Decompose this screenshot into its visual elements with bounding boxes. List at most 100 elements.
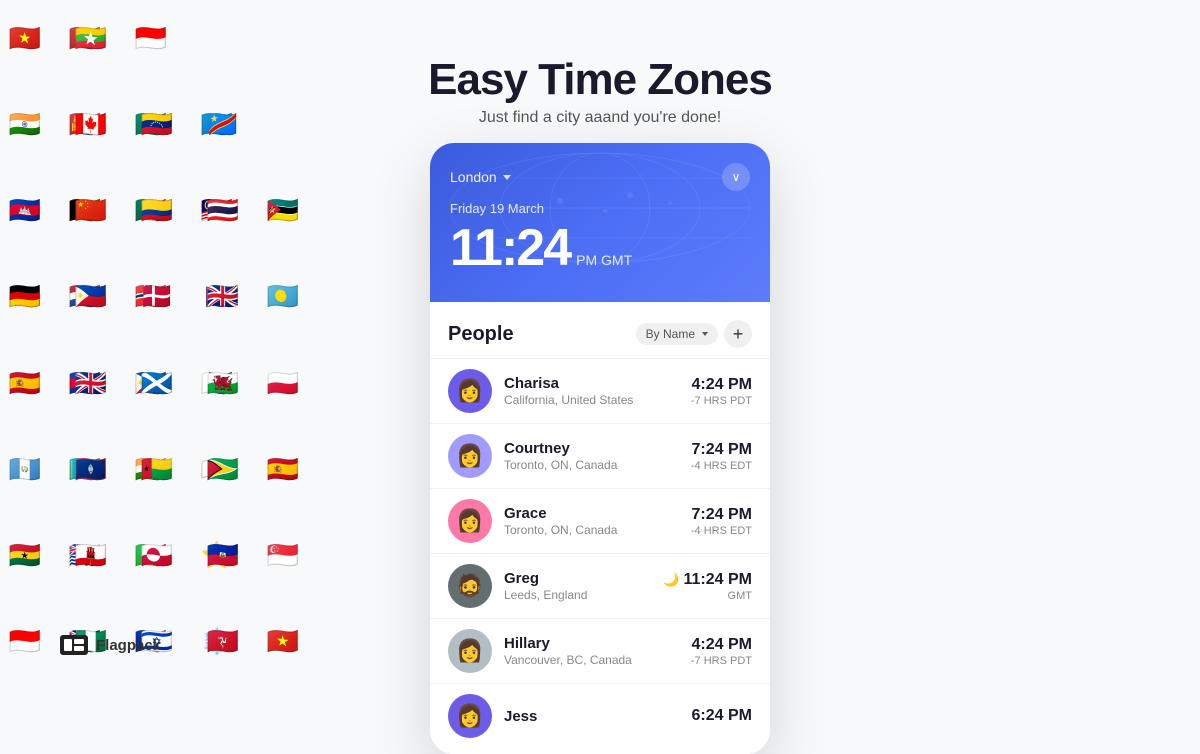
flag-item: 🇰🇿: [60, 451, 110, 487]
add-person-button[interactable]: +: [724, 320, 752, 348]
flagpack-logo-icon: [60, 635, 88, 655]
person-info: Charisa California, United States: [504, 375, 679, 407]
header-top: London ∨: [450, 163, 750, 191]
person-info: Hillary Vancouver, BC, Canada: [504, 635, 679, 667]
main-title: Easy Time Zones: [428, 55, 772, 105]
flag-item: 🇬🇧: [198, 278, 248, 314]
people-controls: By Name +: [636, 320, 752, 348]
flag-item: 🇬🇺: [66, 451, 116, 487]
avatar: 👩: [448, 434, 492, 478]
location-button[interactable]: London: [450, 169, 511, 185]
person-row[interactable]: 🧔 Greg Leeds, England 🌙 11:24 PM GMT: [430, 553, 770, 618]
flag-item: 🇲🇳: [60, 106, 110, 142]
flag-item: 🇳🇴: [126, 278, 176, 314]
flag-item: 🇲🇦: [60, 20, 110, 56]
person-info: Grace Toronto, ON, Canada: [504, 505, 679, 537]
flag-item: 🇻🇳: [258, 623, 308, 659]
time-value: 4:24 PM: [691, 376, 752, 394]
person-location: Leeds, England: [504, 588, 651, 602]
location-text: London: [450, 169, 497, 185]
avatar: 👩: [448, 629, 492, 673]
flag-item: 🇨🇩: [198, 106, 248, 142]
flag-item: [198, 20, 248, 56]
people-header: People By Name +: [430, 302, 770, 358]
time-value: 6:24 PM: [692, 707, 752, 725]
person-row[interactable]: 👩 Grace Toronto, ON, Canada 7:24 PM -4 H…: [430, 488, 770, 553]
flag-item: 🇹🇭: [198, 192, 248, 228]
flag-item: 🇮🇩: [126, 20, 176, 56]
person-name: Charisa: [504, 375, 679, 392]
time-offset: GMT: [663, 590, 752, 602]
flag-item: 🇬🇾: [198, 451, 248, 487]
flag-item: [192, 20, 242, 56]
flag-item: 🇬🇹: [0, 451, 50, 487]
people-section: People By Name + 👩 Charisa California, U…: [430, 302, 770, 754]
flagpack-label: Flagpack: [96, 637, 161, 654]
expand-button[interactable]: ∨: [722, 163, 750, 191]
flag-item: 🏴󠁧󠁢󠁷󠁬󠁳󠁿: [198, 365, 248, 401]
person-row[interactable]: 👩 Charisa California, United States 4:24…: [430, 358, 770, 423]
flag-item: 🇰🇭: [0, 192, 50, 228]
flag-item: 🇲🇲: [66, 20, 116, 56]
flag-item: 🇬🇼: [132, 451, 182, 487]
flag-item: 🇲🇽: [126, 192, 176, 228]
flag-item: 🇵🇱: [258, 365, 308, 401]
card-header: London ∨ Friday 19 March 11:24 PM GMT: [430, 143, 770, 302]
person-row[interactable]: 👩 Jess 6:24 PM: [430, 683, 770, 754]
flag-item: 🇶🇦: [192, 451, 242, 487]
person-time: 4:24 PM -7 HRS PDT: [691, 376, 752, 407]
sort-button[interactable]: By Name: [636, 323, 718, 345]
time-offset: -4 HRS EDT: [691, 460, 752, 472]
flag-item: 🇬🇮: [66, 537, 116, 573]
avatar: 👩: [448, 369, 492, 413]
person-info: Greg Leeds, England: [504, 570, 651, 602]
person-time: 6:24 PM: [692, 707, 752, 725]
flag-item: 🇪🇸: [258, 451, 308, 487]
time-offset: -7 HRS PDT: [691, 395, 752, 407]
person-row[interactable]: 👩 Hillary Vancouver, BC, Canada 4:24 PM …: [430, 618, 770, 683]
moon-icon: 🌙: [663, 572, 679, 588]
time-value: 11:24: [450, 218, 570, 278]
person-location: California, United States: [504, 393, 679, 407]
flag-item: 🇦🇫: [60, 192, 110, 228]
time-value: 7:24 PM: [691, 506, 752, 524]
time-value: 4:24 PM: [691, 636, 752, 654]
person-row[interactable]: 👩 Courtney Toronto, ON, Canada 7:24 PM -…: [430, 423, 770, 488]
sort-chevron-icon: [702, 332, 708, 336]
person-location: Toronto, ON, Canada: [504, 458, 679, 472]
person-name: Hillary: [504, 635, 679, 652]
flag-item: [258, 106, 308, 142]
app-card: London ∨ Friday 19 March 11:24 PM GMT Pe…: [430, 143, 770, 754]
add-icon: +: [733, 324, 744, 345]
people-title: People: [448, 323, 514, 346]
avatar: 👩: [448, 499, 492, 543]
time-offset: -7 HRS PDT: [691, 655, 752, 667]
flag-item: 🇵🇼: [258, 278, 308, 314]
center-content: Easy Time Zones Just find a city aaand y…: [390, 0, 810, 754]
flag-item: 🇭🇹: [198, 537, 248, 573]
flag-item: 🇲🇾: [192, 192, 242, 228]
flag-item: 🇨🇦: [66, 106, 116, 142]
date-display: Friday 19 March: [450, 201, 750, 216]
flag-item: 🇳🇱: [60, 278, 110, 314]
sort-label: By Name: [646, 327, 695, 341]
flag-item: 🇩🇪: [0, 278, 50, 314]
subtitle: Just find a city aaand you're done!: [428, 109, 772, 127]
person-time: 4:24 PM -7 HRS PDT: [691, 636, 752, 667]
time-value: 🌙 11:24 PM: [663, 571, 752, 589]
flag-item: 🇻🇳: [0, 20, 50, 56]
flag-item: 🇪🇦: [0, 365, 50, 401]
flag-item: 🇮🇩: [0, 623, 50, 659]
flag-item: 🇮🇲: [198, 623, 248, 659]
flag-item: 🇺🇳: [192, 106, 242, 142]
person-location: Toronto, ON, Canada: [504, 523, 679, 537]
flag-item: 🇨🇴: [132, 192, 182, 228]
flag-item: 🇮🇳: [0, 106, 50, 142]
person-name: Jess: [504, 708, 680, 725]
flag-item: ⭐: [192, 537, 242, 573]
flag-item: 🇲🇿: [258, 192, 308, 228]
time-offset: -4 HRS EDT: [691, 525, 752, 537]
flag-item: 🇬🇧: [66, 365, 116, 401]
person-info: Jess: [504, 708, 680, 725]
flag-item: [132, 20, 182, 56]
